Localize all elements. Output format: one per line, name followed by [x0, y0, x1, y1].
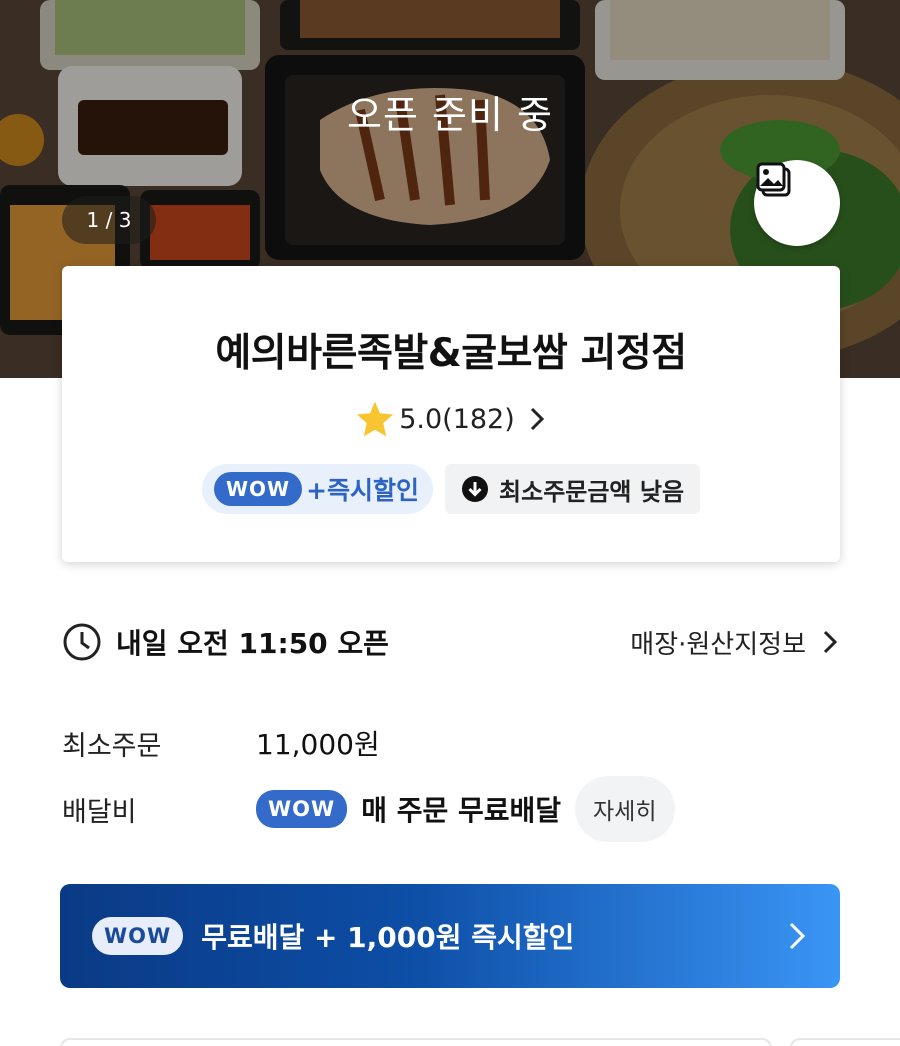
wow-logo: WOW [213, 472, 303, 506]
wow-discount-text: +즉시할인 [306, 476, 420, 505]
rating-link[interactable]: 5.0(182) [62, 400, 840, 438]
store-origin-info-link[interactable]: 매장·원산지정보 [630, 624, 840, 661]
delivery-fee-label: 배달비 [62, 796, 137, 828]
low-min-order-text: 최소주문금액 낮음 [499, 477, 685, 506]
min-order-row: 최소주문 11,000원 [62, 718, 840, 768]
low-min-order-badge: 최소주문금액 낮음 [445, 464, 701, 514]
chevron-right-icon [789, 922, 806, 950]
min-order-value: 11,000원 [256, 728, 380, 761]
wow-promo-text: 무료배달 + 1,000원 즉시할인 [201, 921, 575, 954]
store-name: 예의바른족발&굴보쌈 괴정점 [215, 331, 687, 376]
wow-discount-badge: WOW +즉시할인 [201, 464, 434, 514]
wow-logo: WOW [256, 790, 348, 828]
store-origin-info-label: 매장·원산지정보 [630, 629, 806, 660]
star-icon [357, 401, 394, 437]
delivery-detail-button[interactable]: 자세히 [575, 776, 675, 842]
next-section-card [790, 1038, 900, 1046]
store-summary-card: 예의바른족발&굴보쌈 괴정점 5.0(182) WOW +즉시할인 최소주문금액… [62, 266, 840, 562]
chevron-right-icon [823, 630, 838, 654]
wow-logo: WOW [92, 917, 184, 955]
open-time: 내일 오전 11:50 오픈 [62, 622, 389, 662]
chevron-right-icon [530, 407, 544, 431]
min-order-label: 최소주문 [62, 730, 162, 762]
rating-value: 5.0(182) [399, 403, 515, 435]
image-counter: 1 / 3 [62, 196, 156, 244]
clock-icon [63, 623, 101, 661]
wow-promo-banner[interactable]: WOW 무료배달 + 1,000원 즉시할인 [60, 884, 840, 988]
delivery-fee-value: WOW 매 주문 무료배달 자세히 [256, 776, 675, 842]
image-gallery-icon [756, 162, 791, 197]
store-status-text: 오픈 준비 중 [347, 93, 553, 137]
open-time-text: 내일 오전 11:50 오픈 [116, 627, 389, 660]
delivery-fee-row: 배달비 WOW 매 주문 무료배달 자세히 [62, 776, 840, 842]
arrow-down-circle-icon [462, 476, 489, 502]
gallery-button[interactable] [754, 160, 840, 246]
next-section-card [60, 1038, 772, 1046]
benefit-badges: WOW +즉시할인 최소주문금액 낮음 [62, 464, 840, 514]
open-time-row: 내일 오전 11:50 오픈 매장·원산지정보 [62, 614, 840, 670]
free-delivery-text: 매 주문 무료배달 [361, 794, 562, 827]
